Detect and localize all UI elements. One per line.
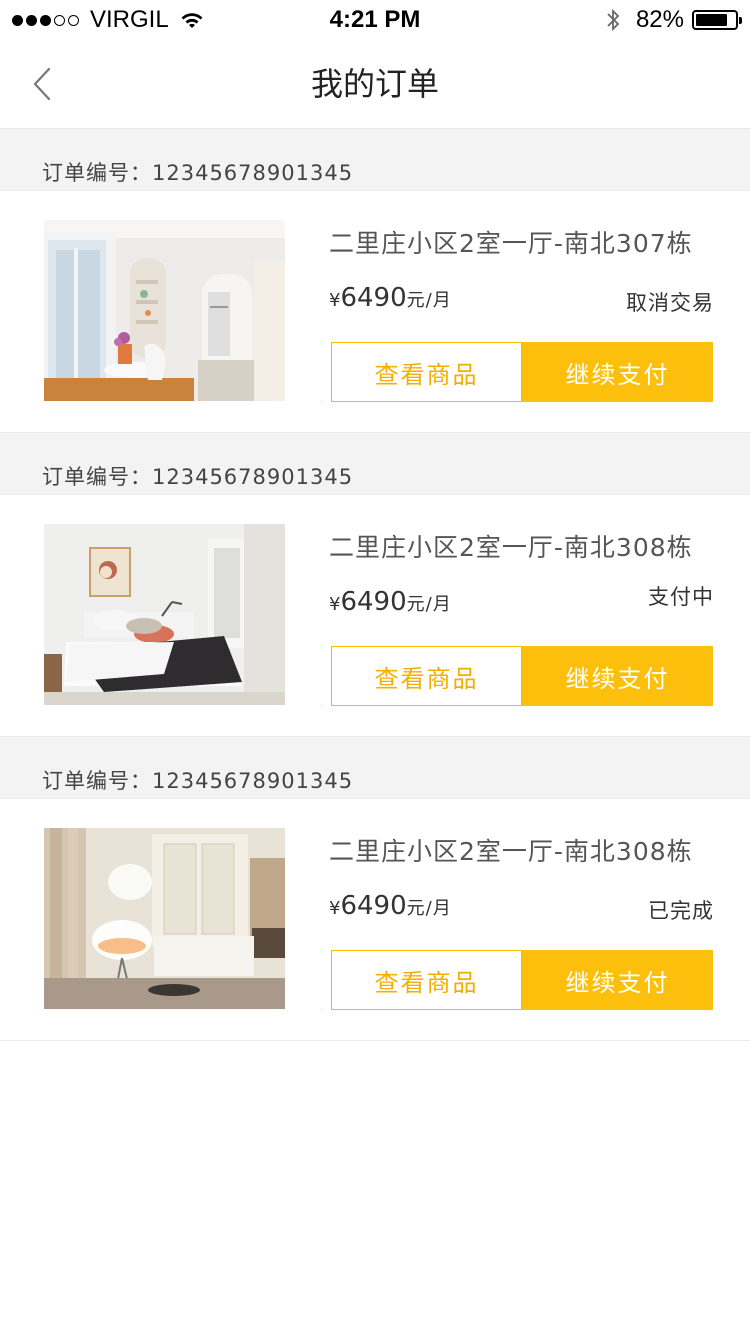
battery-fill: [696, 14, 728, 26]
order-number: 订单编号：12345678901345: [0, 433, 750, 494]
order-card[interactable]: 二里庄小区2室一厅-南北307栋 ¥6490元/月 取消交易 查看商品 继续支付: [0, 190, 750, 433]
continue-payment-button[interactable]: 继续支付: [522, 342, 713, 402]
living-room-photo: [44, 220, 285, 401]
order-actions: 查看商品 继续支付: [331, 950, 713, 1010]
continue-payment-button[interactable]: 继续支付: [522, 950, 713, 1010]
bedroom-photo: [44, 524, 285, 705]
order-status: 支付中: [648, 585, 714, 609]
price-amount: 6490: [340, 891, 407, 921]
bluetooth-icon: [607, 8, 620, 32]
order-number: 订单编号：12345678901345: [0, 129, 750, 190]
order-number: 订单编号：12345678901345: [0, 737, 750, 798]
order-actions: 查看商品 继续支付: [331, 342, 713, 402]
view-product-button[interactable]: 查看商品: [331, 342, 522, 402]
price-amount: 6490: [340, 283, 407, 313]
price-currency: ¥: [329, 898, 341, 919]
battery-icon: [692, 10, 742, 30]
price: ¥6490元/月: [329, 283, 452, 313]
status-right: 82%: [606, 6, 742, 34]
view-product-button[interactable]: 查看商品: [331, 646, 522, 706]
order-card[interactable]: 二里庄小区2室一厅-南北308栋 ¥6490元/月 已完成 查看商品 继续支付: [0, 798, 750, 1041]
price: ¥6490元/月: [329, 587, 452, 617]
page-title: 我的订单: [310, 65, 439, 103]
listing-title: 二里庄小区2室一厅-南北308栋: [329, 533, 693, 562]
listing-title: 二里庄小区2室一厅-南北307栋: [329, 229, 693, 258]
price-currency: ¥: [329, 290, 341, 311]
order-list: 订单编号：12345678901345 二里庄小区2室一厅-南北307栋 ¥64…: [0, 129, 750, 1041]
battery-tip: [739, 17, 742, 24]
back-button[interactable]: [22, 62, 62, 106]
order-status: 取消交易: [626, 291, 714, 315]
status-bar: VIRGIL 4:21 PM 82%: [0, 0, 750, 40]
order-actions: 查看商品 继续支付: [331, 646, 713, 706]
battery-percent: 82%: [635, 6, 684, 33]
listing-photo[interactable]: [44, 524, 285, 705]
listing-title: 二里庄小区2室一厅-南北308栋: [329, 837, 693, 866]
price: ¥6490元/月: [329, 891, 452, 921]
price-currency: ¥: [329, 594, 341, 615]
order-card[interactable]: 二里庄小区2室一厅-南北308栋 ¥6490元/月 支付中 查看商品 继续支付: [0, 494, 750, 737]
listing-photo[interactable]: [44, 828, 285, 1009]
continue-payment-button[interactable]: 继续支付: [522, 646, 713, 706]
nav-bar: 我的订单: [0, 40, 750, 129]
lounge-photo: [44, 828, 285, 1009]
chevron-left-icon[interactable]: [32, 67, 52, 101]
price-unit: 元/月: [406, 898, 452, 919]
price-unit: 元/月: [406, 594, 452, 615]
price-unit: 元/月: [406, 290, 452, 311]
order-status: 已完成: [648, 899, 714, 923]
listing-photo[interactable]: [44, 220, 285, 401]
view-product-button[interactable]: 查看商品: [331, 950, 522, 1010]
price-amount: 6490: [340, 587, 407, 617]
